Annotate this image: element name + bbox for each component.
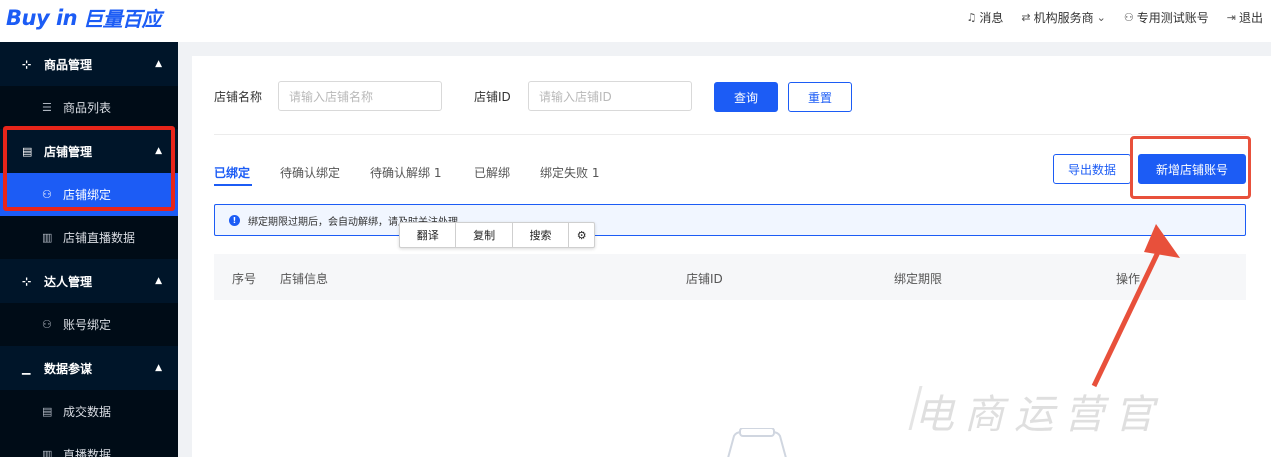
- switch-icon: ⇄: [1021, 10, 1031, 24]
- brand-logo[interactable]: Buy in 巨量百应: [6, 3, 162, 32]
- sidebar-group-stores[interactable]: ▤ 店铺管理 ▲: [0, 129, 178, 173]
- tree-icon: ⊹: [22, 57, 32, 71]
- user-icon: ⚇: [1123, 10, 1134, 24]
- account-menu[interactable]: ⚇ 专用测试账号: [1124, 9, 1209, 26]
- tab-pending-unbind[interactable]: 待确认解绑 1: [370, 164, 441, 181]
- red-arrow-annotation: [1091, 224, 1180, 388]
- tab-bind-failed[interactable]: 绑定失败 1: [540, 164, 599, 181]
- document-icon: ▤: [42, 405, 53, 418]
- info-icon: !: [229, 214, 240, 226]
- user-icon: ⚇: [42, 188, 52, 201]
- translate-menu-item[interactable]: 翻译: [400, 223, 457, 247]
- tree-icon: ⊹: [22, 274, 32, 288]
- section-divider: [214, 134, 1246, 135]
- tab-bound[interactable]: 已绑定: [214, 164, 250, 181]
- store-name-input[interactable]: 请输入店铺名称: [278, 81, 442, 111]
- tab-unbound[interactable]: 已解绑: [474, 164, 510, 181]
- sidebar-nav: ⊹ 商品管理 ▲ ☰ 商品列表 ▤ 店铺管理 ▲ ⚇ 店铺绑定 ▥ 店铺直播数据…: [0, 42, 178, 457]
- col-index: 序号: [232, 272, 257, 286]
- query-button[interactable]: 查询: [714, 82, 778, 112]
- search-menu-item[interactable]: 搜索: [513, 223, 570, 247]
- list-icon: ☰: [42, 101, 52, 114]
- bell-icon: ♫: [966, 10, 977, 24]
- sidebar-group-products[interactable]: ⊹ 商品管理 ▲: [0, 42, 178, 86]
- active-tab-indicator: [214, 184, 252, 186]
- chevron-up-icon: ▲: [155, 146, 162, 156]
- empty-state-icon: [727, 428, 787, 457]
- col-store-id: 店铺ID: [686, 272, 723, 286]
- chevron-up-icon: ▲: [155, 363, 162, 373]
- reset-button[interactable]: 重置: [788, 82, 852, 112]
- sidebar-item-store-binding[interactable]: ⚇ 店铺绑定: [0, 173, 178, 216]
- col-bind-period: 绑定期限: [894, 272, 943, 286]
- store-icon: ▤: [22, 144, 33, 158]
- sidebar-item-product-list[interactable]: ☰ 商品列表: [0, 86, 178, 129]
- top-header: Buy in 巨量百应 ♫ 消息 ⇄ 机构服务商 ⌄ ⚇ 专用测试账号 ⇥ 退出: [0, 0, 1271, 42]
- sidebar-group-data-advisor[interactable]: ▁ 数据参谋 ▲: [0, 346, 178, 390]
- user-icon: ⚇: [42, 318, 52, 331]
- chevron-down-icon: ⌄: [1096, 10, 1106, 24]
- org-service-dropdown[interactable]: ⇄ 机构服务商 ⌄: [1021, 9, 1105, 26]
- col-store-info: 店铺信息: [280, 272, 329, 286]
- chevron-up-icon: ▲: [155, 276, 162, 286]
- watermark-text: 电商运营官: [914, 392, 1164, 438]
- chart-icon: ▥: [42, 231, 53, 244]
- text-selection-menu: 翻译 复制 搜索 ⚙: [399, 222, 595, 248]
- sidebar-group-influencers[interactable]: ⊹ 达人管理 ▲: [0, 259, 178, 303]
- logout-link[interactable]: ⇥ 退出: [1227, 9, 1263, 26]
- add-store-account-button[interactable]: 新增店铺账号: [1138, 154, 1246, 184]
- header-actions: ♫ 消息 ⇄ 机构服务商 ⌄ ⚇ 专用测试账号 ⇥ 退出: [967, 0, 1263, 34]
- chart-icon: ▥: [42, 448, 53, 457]
- logout-icon: ⇥: [1226, 10, 1236, 24]
- sidebar-item-live-data[interactable]: ▥ 直播数据: [0, 433, 178, 457]
- sidebar-item-account-binding[interactable]: ⚇ 账号绑定: [0, 303, 178, 346]
- store-id-input[interactable]: 请输入店铺ID: [528, 81, 692, 111]
- tab-pending-bind[interactable]: 待确认绑定: [280, 164, 340, 181]
- settings-gear-icon[interactable]: ⚙: [569, 223, 594, 247]
- export-data-button[interactable]: 导出数据: [1053, 154, 1131, 184]
- sidebar-item-transaction-data[interactable]: ▤ 成交数据: [0, 390, 178, 433]
- copy-menu-item[interactable]: 复制: [456, 223, 513, 247]
- chevron-up-icon: ▲: [155, 59, 162, 69]
- messages-link[interactable]: ♫ 消息: [967, 9, 1004, 26]
- sidebar-item-store-live-data[interactable]: ▥ 店铺直播数据: [0, 216, 178, 259]
- bar-chart-icon: ▁: [22, 361, 31, 375]
- store-id-label: 店铺ID: [474, 90, 511, 104]
- store-name-label: 店铺名称: [214, 90, 263, 104]
